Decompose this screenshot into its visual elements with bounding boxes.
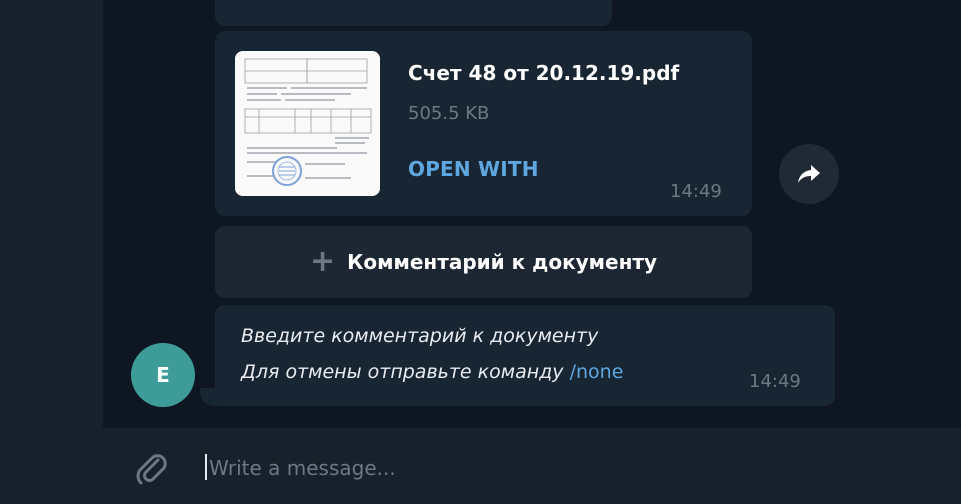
message-composer [103, 428, 961, 504]
file-name: Счет 48 от 20.12.19.pdf [408, 61, 680, 85]
pdf-thumbnail[interactable] [235, 51, 380, 196]
text-caret [205, 454, 207, 480]
file-message-time: 14:49 [670, 181, 722, 202]
avatar[interactable]: E [131, 343, 195, 407]
file-message-bubble[interactable]: Счет 48 от 20.12.19.pdf 505.5 KB OPEN WI… [215, 31, 752, 216]
bot-command-link[interactable]: /none [570, 361, 624, 383]
message-line-1: Введите комментарий к документу [241, 325, 599, 347]
text-message-time: 14:49 [749, 371, 801, 392]
open-with-button[interactable]: OPEN WITH [408, 157, 539, 181]
inline-keyboard-button-comment[interactable]: + Комментарий к документу [215, 226, 752, 298]
inline-keyboard-button-label: Комментарий к документу [347, 250, 658, 274]
forward-button[interactable] [779, 144, 839, 204]
plus-icon: + [309, 244, 336, 279]
forward-icon [798, 165, 820, 183]
message-line-2-text: Для отмены отправьте команду [241, 361, 570, 383]
previous-message-bubble [215, 0, 612, 26]
attach-paperclip-icon[interactable] [131, 448, 171, 488]
message-input[interactable] [209, 448, 909, 488]
message-line-2: Для отмены отправьте команду /none [241, 361, 623, 383]
file-size: 505.5 KB [408, 103, 490, 124]
left-panel [0, 0, 103, 504]
bot-text-message-bubble[interactable]: Введите комментарий к документу Для отме… [215, 305, 835, 406]
